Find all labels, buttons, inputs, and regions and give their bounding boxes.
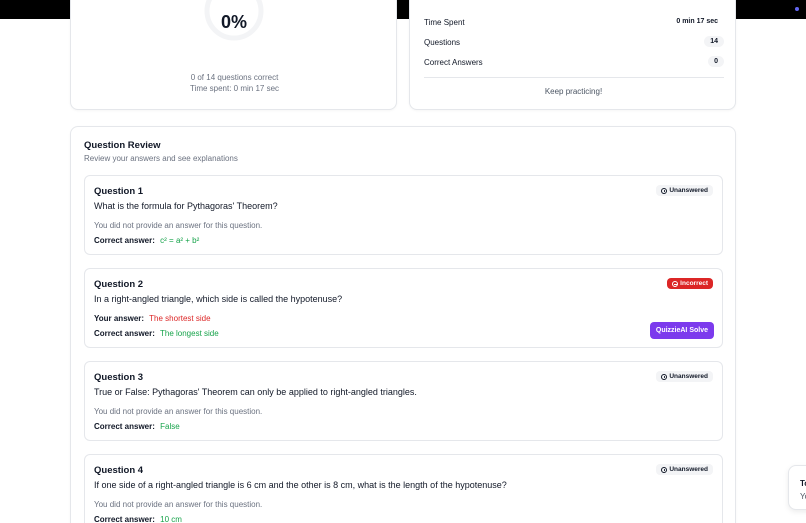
your-answer-row: Your answer: The shortest side <box>94 314 211 323</box>
unanswered-icon <box>661 466 668 473</box>
score-card: 0% 0 of 14 questions correct Time spent:… <box>70 0 397 110</box>
status-badge: Unanswered <box>656 371 713 382</box>
encouragement-message: Keep practicing! <box>544 87 603 96</box>
stat-row-time-spent: Time Spent 0 min 17 sec <box>424 15 724 31</box>
correct-answer-label: Correct answer: <box>94 329 155 338</box>
question-card: Question 3 Unanswered True or False: Pyt… <box>84 361 723 441</box>
correct-answer-row: Correct answer: 10 cm <box>94 515 182 523</box>
question-text: If one side of a right-angled triangle i… <box>94 480 507 490</box>
correct-answer-row: Correct answer: False <box>94 422 180 431</box>
review-subtitle: Review your answers and see explanations <box>84 154 238 163</box>
question-title: Question 4 <box>94 465 144 476</box>
question-title: Question 1 <box>94 186 144 197</box>
correct-answer-row: Correct answer: c² = a² + b² <box>94 236 199 245</box>
correct-answer-label: Correct answer: <box>94 515 155 523</box>
unanswered-icon <box>661 187 668 194</box>
correct-answer-value: c² = a² + b² <box>160 236 200 245</box>
stat-label: Questions <box>424 38 461 47</box>
question-card: Question 1 Unanswered What is the formul… <box>84 175 723 255</box>
question-text: What is the formula for Pythagoras' Theo… <box>94 201 278 211</box>
question-card: Question 2 Incorrect In a right-angled t… <box>84 268 723 348</box>
toast-notification[interactable]: To Yo <box>788 465 806 510</box>
correct-answer-label: Correct answer: <box>94 236 155 245</box>
your-answer-label: Your answer: <box>94 314 145 323</box>
indicator-dot <box>795 7 799 11</box>
stat-value: 14 <box>704 36 724 47</box>
stat-value: 0 min 17 sec <box>676 18 718 25</box>
status-badge: Unanswered <box>656 185 713 196</box>
question-card: Question 4 Unanswered If one side of a r… <box>84 454 723 523</box>
question-review-card: Question Review Review your answers and … <box>70 126 736 523</box>
status-text: Unanswered <box>669 373 708 380</box>
stat-row-questions: Questions 14 <box>424 35 724 51</box>
quizzieai-solve-button[interactable]: QuizzieAI Solve <box>649 322 714 339</box>
stat-value: 0 <box>708 56 724 67</box>
no-answer-text: You did not provide an answer for this q… <box>94 407 263 416</box>
correct-answer-value: False <box>160 422 180 431</box>
correct-answer-value: 10 cm <box>160 515 182 523</box>
status-badge: Unanswered <box>656 464 713 475</box>
question-text: True or False: Pythagoras' Theorem can o… <box>94 387 417 397</box>
correct-answer-row: Correct answer: The longest side <box>94 329 219 338</box>
your-answer-value: The shortest side <box>149 314 211 323</box>
score-percentage: 0% <box>220 12 247 32</box>
toast-message: Yo <box>800 492 806 501</box>
stats-card: Time Spent 0 min 17 sec Questions 14 Cor… <box>409 0 736 110</box>
stat-label: Correct Answers <box>424 58 483 67</box>
status-text: Unanswered <box>669 466 708 473</box>
stat-row-correct-answers: Correct Answers 0 <box>424 55 724 71</box>
question-text: In a right-angled triangle, which side i… <box>94 294 343 304</box>
correct-answer-value: The longest side <box>160 329 219 338</box>
review-title: Question Review <box>84 140 161 151</box>
no-answer-text: You did not provide an answer for this q… <box>94 221 263 230</box>
incorrect-icon <box>672 280 679 287</box>
correct-summary: 0 of 14 questions correct <box>190 73 279 82</box>
correct-answer-label: Correct answer: <box>94 422 155 431</box>
status-text: Unanswered <box>669 187 708 194</box>
no-answer-text: You did not provide an answer for this q… <box>94 500 263 509</box>
unanswered-icon <box>661 373 668 380</box>
question-title: Question 3 <box>94 372 144 383</box>
status-badge: Incorrect <box>667 278 713 289</box>
divider <box>424 77 724 78</box>
question-title: Question 2 <box>94 279 144 290</box>
toast-title: To <box>800 479 806 488</box>
stat-label: Time Spent <box>424 18 465 27</box>
time-summary: Time spent: 0 min 17 sec <box>189 84 280 93</box>
status-text: Incorrect <box>680 280 708 287</box>
score-ring: 0% <box>204 0 264 41</box>
